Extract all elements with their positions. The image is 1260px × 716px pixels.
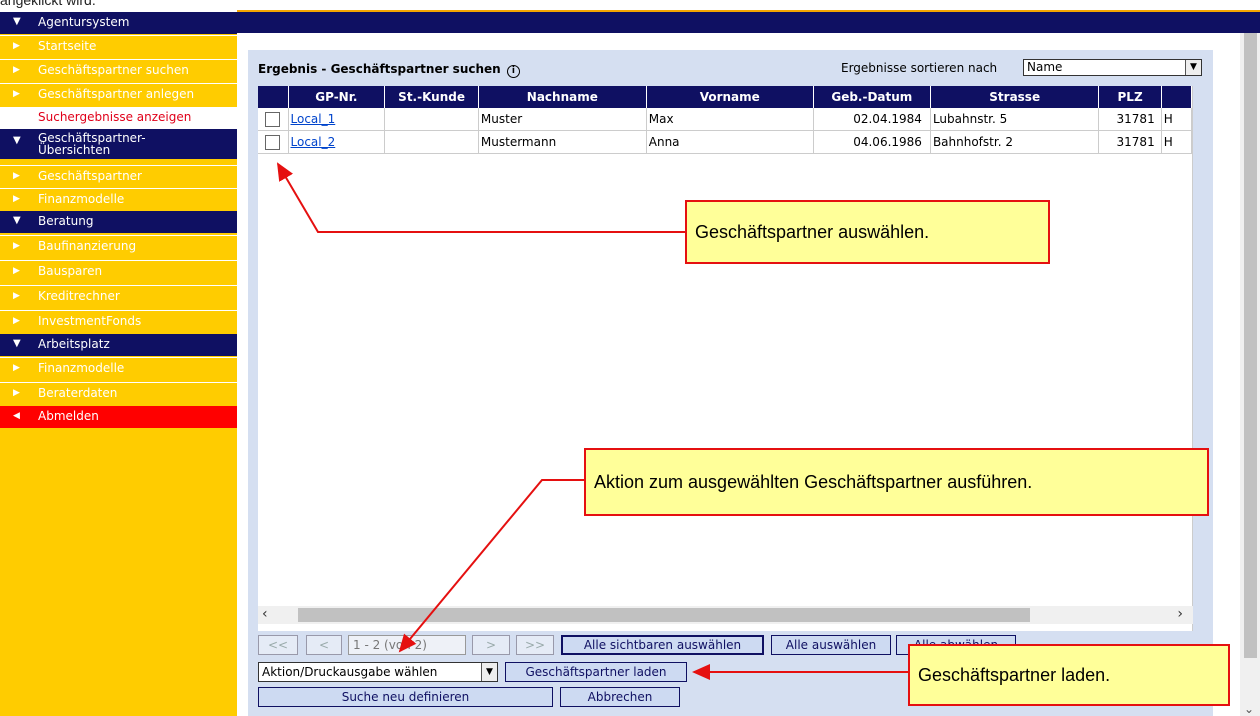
arrow-select-partner bbox=[276, 162, 685, 233]
callout-arrows bbox=[276, 162, 908, 680]
arrow-execute-action bbox=[398, 479, 584, 653]
